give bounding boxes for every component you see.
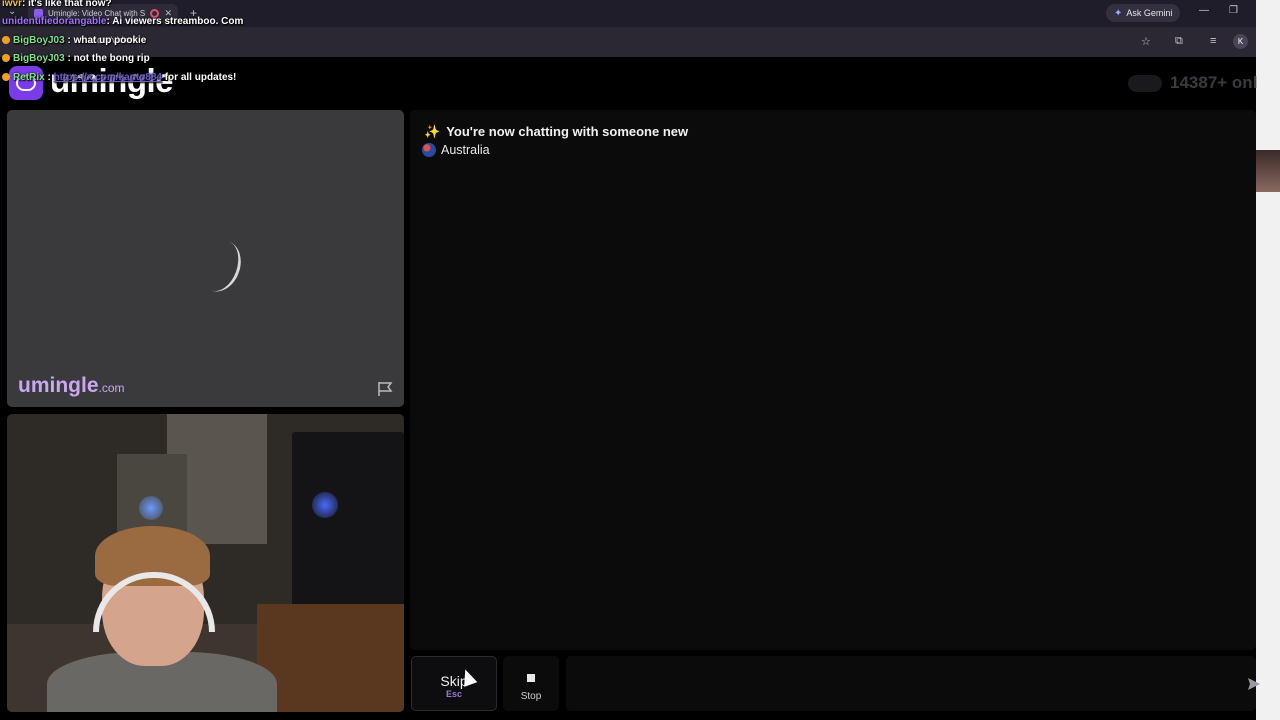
sparkle-icon: ✨ (424, 124, 441, 139)
message-input[interactable] (566, 656, 1256, 711)
overlay-chat-line: BigBoyJ03 : not the bong rip (2, 53, 150, 64)
gemini-sparkle-icon: ✦ (1114, 7, 1123, 19)
overlay-chat-line: iwvr: it's like that now? (2, 0, 112, 9)
overlay-chat-line: RetRix : https://x.com/kanto884 for all … (2, 72, 236, 83)
online-toggle[interactable] (1128, 74, 1162, 92)
ask-gemini-label: Ask Gemini (1126, 8, 1173, 18)
media-controls-icon[interactable]: ≡ (1210, 35, 1216, 47)
video-watermark: umingle.com (18, 374, 125, 397)
australia-flag-icon (422, 143, 436, 157)
report-flag-icon[interactable] (377, 381, 395, 397)
minimize-button[interactable]: — (1199, 5, 1209, 16)
address-bar: .com/video/ ☆ ⧉ ≡ K (0, 27, 1256, 57)
self-camera-video (7, 414, 404, 712)
bookmark-star-icon[interactable]: ☆ (1141, 35, 1151, 48)
adjacent-window-strip (1256, 0, 1280, 720)
skip-button[interactable]: Skip Esc (411, 656, 497, 711)
system-message-new-partner: ✨ You're now chatting with someone new (424, 124, 689, 139)
skip-shortcut-key: Esc (445, 689, 462, 699)
skip-label: Skip (440, 673, 468, 689)
online-counter: 14387+ onl (1128, 73, 1257, 93)
stop-label: Stop (520, 691, 542, 702)
chat-panel: ✨ You're now chatting with someone new A… (410, 110, 1256, 650)
adjacent-window-thumbnail (1256, 150, 1280, 192)
send-icon[interactable] (1247, 677, 1261, 691)
overlay-chat-line: BigBoyJ03 : what up pookie (2, 35, 146, 46)
ask-gemini-button[interactable]: ✦ Ask Gemini (1106, 4, 1181, 22)
restore-button[interactable]: ❐ (1229, 5, 1238, 16)
online-count: 14387+ onl (1170, 73, 1258, 92)
profile-avatar[interactable]: K (1233, 34, 1248, 49)
system-message-country: Australia (422, 143, 490, 157)
stop-button[interactable]: Stop (503, 656, 559, 711)
stop-icon (527, 674, 535, 682)
extensions-icon[interactable]: ⧉ (1175, 35, 1183, 48)
overlay-chat-line: unidentifiedorangable: Ai viewers stream… (2, 16, 244, 27)
